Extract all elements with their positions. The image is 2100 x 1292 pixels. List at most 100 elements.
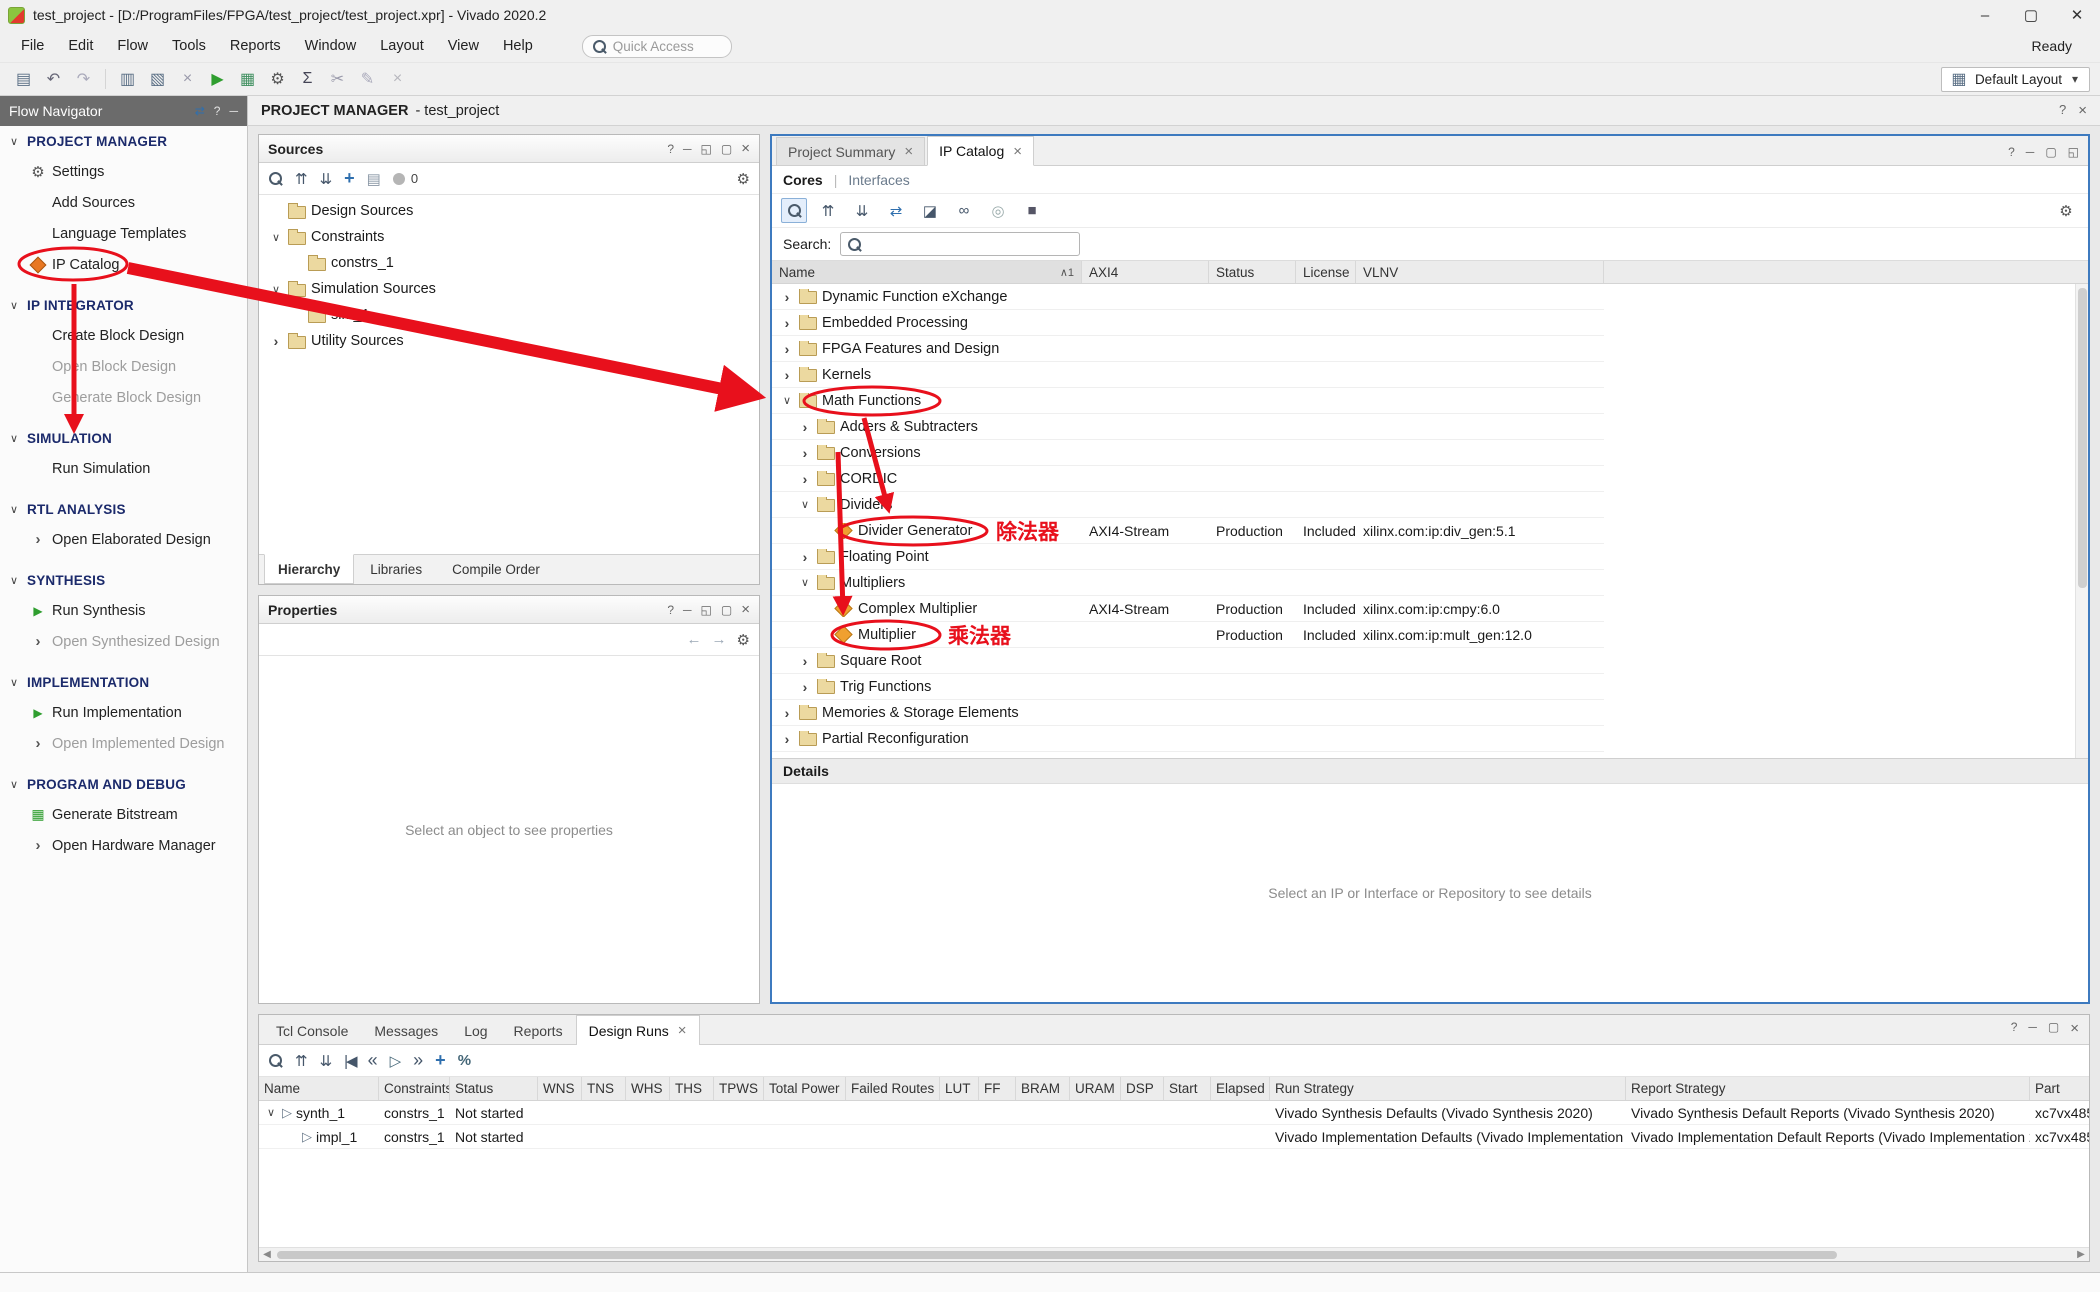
undo-icon[interactable]	[40, 66, 67, 92]
expand-all-icon[interactable]	[320, 1052, 333, 1070]
collapse-all-icon[interactable]	[815, 198, 841, 223]
tree-row-conversions[interactable]: Conversions	[772, 440, 1604, 466]
column-header[interactable]: Status	[450, 1077, 538, 1100]
tab-hierarchy[interactable]: Hierarchy	[264, 554, 354, 584]
help-icon[interactable]	[2011, 1020, 2018, 1037]
section-header-project-manager[interactable]: PROJECT MANAGER	[0, 126, 247, 156]
maximize-button[interactable]: ▢	[2008, 0, 2054, 30]
expander-icon[interactable]	[780, 368, 794, 382]
flownav-item-ip-catalog[interactable]: IP Catalog	[0, 249, 247, 280]
tree-row-divider-generator[interactable]: Divider Generator AXI4-Stream Production…	[772, 518, 1604, 544]
go-to-first-icon[interactable]	[344, 1052, 355, 1070]
menu-help[interactable]: Help	[492, 33, 544, 59]
expander-icon[interactable]	[780, 316, 794, 330]
minimize-panel-icon[interactable]	[2026, 145, 2035, 159]
add-sources-icon[interactable]	[344, 168, 355, 189]
expander-icon[interactable]	[798, 680, 812, 694]
expander-icon[interactable]	[798, 498, 812, 511]
menu-reports[interactable]: Reports	[219, 33, 292, 59]
step-back-icon[interactable]	[368, 1050, 378, 1071]
column-header[interactable]: BRAM	[1016, 1077, 1070, 1100]
tree-row-sim-1[interactable]: sim_1	[259, 302, 759, 328]
tab-design-runs[interactable]: Design Runs	[576, 1015, 700, 1045]
section-header-synthesis[interactable]: SYNTHESIS	[0, 565, 247, 595]
cut-icon[interactable]	[324, 66, 351, 92]
column-header-license[interactable]: License	[1296, 261, 1356, 283]
column-header[interactable]: TNS	[582, 1077, 626, 1100]
tab-reports[interactable]: Reports	[501, 1016, 576, 1044]
expander-icon[interactable]	[780, 290, 794, 304]
flownav-item-settings[interactable]: Settings	[0, 156, 247, 187]
step-forward-icon[interactable]	[413, 1050, 423, 1071]
tree-row-math-functions[interactable]: Math Functions	[772, 388, 1604, 414]
tree-row-cordic[interactable]: CORDIC	[772, 466, 1604, 492]
tree-row-memories-storage[interactable]: Memories & Storage Elements	[772, 700, 1604, 726]
help-icon[interactable]	[214, 104, 221, 118]
flownav-item-language-templates[interactable]: Language Templates	[0, 218, 247, 249]
flownav-item-open-elaborated-design[interactable]: Open Elaborated Design	[0, 524, 247, 555]
flownav-item-run-implementation[interactable]: Run Implementation	[0, 697, 247, 728]
tree-row-square-root[interactable]: Square Root	[772, 648, 1604, 674]
tree-row-trig-functions[interactable]: Trig Functions	[772, 674, 1604, 700]
create-runs-icon[interactable]	[435, 1050, 446, 1071]
column-header[interactable]: Name	[259, 1077, 379, 1100]
section-header-ip-integrator[interactable]: IP INTEGRATOR	[0, 290, 247, 320]
maximize-panel-icon[interactable]	[2045, 145, 2056, 159]
help-icon[interactable]	[667, 601, 674, 618]
scroll-left-icon[interactable]: ◀	[259, 1249, 275, 1260]
relaunch-icon[interactable]	[458, 1052, 471, 1069]
close-panel-icon[interactable]	[741, 140, 750, 157]
expander-icon[interactable]	[780, 342, 794, 356]
tree-row-partial-reconfiguration[interactable]: Partial Reconfiguration	[772, 726, 1604, 752]
column-header[interactable]: WNS	[538, 1077, 582, 1100]
reports-icon[interactable]	[234, 66, 261, 92]
tree-row-multiplier[interactable]: Multiplier Production Included xilinx.co…	[772, 622, 1604, 648]
scrollbar-thumb[interactable]	[2078, 288, 2087, 588]
delete-icon[interactable]	[174, 66, 201, 92]
expander-icon[interactable]	[798, 446, 812, 460]
tree-row-multipliers[interactable]: Multipliers	[772, 570, 1604, 596]
refresh-repository-icon[interactable]	[883, 198, 909, 223]
collapse-panel-icon[interactable]	[229, 104, 238, 118]
back-icon[interactable]	[687, 631, 702, 649]
section-header-rtl-analysis[interactable]: RTL ANALYSIS	[0, 494, 247, 524]
target-icon[interactable]	[985, 198, 1011, 223]
column-header[interactable]: Failed Routes	[846, 1077, 940, 1100]
expander-icon[interactable]	[798, 420, 812, 434]
expander-icon[interactable]	[798, 550, 812, 564]
help-icon[interactable]	[667, 140, 674, 157]
column-header-vlnv[interactable]: VLNV	[1356, 261, 1604, 283]
close-panel-icon[interactable]	[741, 601, 750, 618]
flownav-item-open-synthesized-design[interactable]: Open Synthesized Design	[0, 626, 247, 657]
vertical-scrollbar[interactable]	[2075, 284, 2088, 758]
ip-settings-icon[interactable]	[917, 198, 943, 223]
tree-row-adders-subtracters[interactable]: Adders & Subtracters	[772, 414, 1604, 440]
tree-row-embedded-processing[interactable]: Embedded Processing	[772, 310, 1604, 336]
close-tab-icon[interactable]	[1013, 143, 1022, 160]
expander-icon[interactable]	[780, 706, 794, 720]
expander-icon[interactable]	[780, 394, 794, 407]
design-run-row-impl-1[interactable]: impl_1 constrs_1 Not started Vivado Impl…	[259, 1125, 2089, 1149]
expander-icon[interactable]	[798, 472, 812, 486]
float-panel-icon[interactable]	[701, 140, 712, 157]
search-toggle-icon[interactable]	[781, 198, 807, 223]
layout-selector[interactable]: Default Layout	[1941, 67, 2090, 92]
expander-icon[interactable]	[798, 576, 812, 589]
maximize-panel-icon[interactable]	[721, 140, 732, 157]
column-header[interactable]: Elapsed	[1211, 1077, 1270, 1100]
expander-icon[interactable]	[798, 654, 812, 668]
tab-messages[interactable]: Messages	[361, 1016, 451, 1044]
tree-row-dividers[interactable]: Dividers	[772, 492, 1604, 518]
link-icon[interactable]	[951, 198, 977, 223]
close-tab-icon[interactable]	[904, 143, 913, 160]
forward-icon[interactable]	[712, 631, 727, 649]
close-panel-icon[interactable]	[2070, 1020, 2079, 1037]
column-header[interactable]: FF	[979, 1077, 1016, 1100]
help-icon[interactable]	[2059, 102, 2066, 119]
column-header[interactable]: URAM	[1070, 1077, 1121, 1100]
gear-icon[interactable]	[737, 170, 750, 188]
tab-project-summary[interactable]: Project Summary	[776, 137, 925, 165]
run-icon[interactable]	[204, 66, 231, 92]
open-file-icon[interactable]	[367, 170, 381, 188]
expander-icon[interactable]	[269, 283, 283, 296]
